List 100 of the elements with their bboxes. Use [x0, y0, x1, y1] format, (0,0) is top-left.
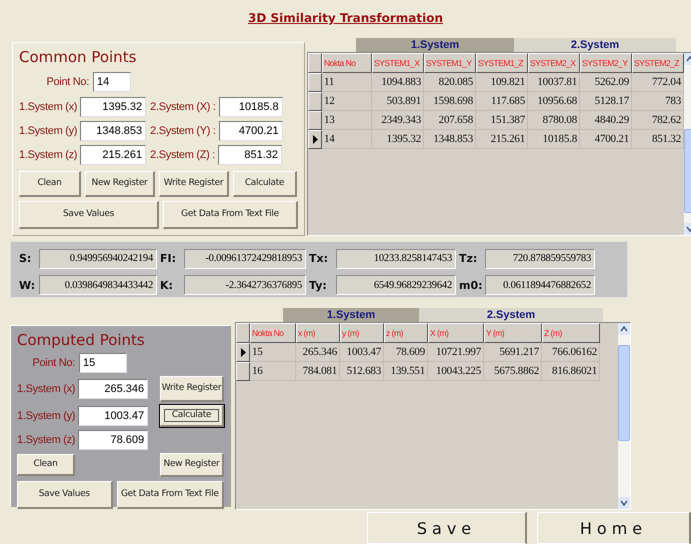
table-cell: 816.86021 — [542, 362, 600, 381]
table-cell: 78.609 — [384, 342, 428, 362]
number-field[interactable]: 1395.32 — [80, 96, 146, 117]
panel-heading: Common Points — [19, 48, 136, 68]
table-cell: 10185.8 — [528, 130, 580, 149]
point-number-field[interactable]: 14 — [93, 72, 131, 92]
table-cell: 11 — [322, 72, 372, 92]
result-value: 720.878859559783 — [485, 248, 595, 269]
action-button[interactable]: Get Data From Text File — [162, 200, 298, 229]
field-label: 1.System (z) — [19, 148, 78, 161]
scroll-up-icon[interactable] — [618, 322, 630, 335]
table-cell: 139.551 — [384, 362, 428, 381]
number-field[interactable]: 78.609 — [78, 430, 148, 450]
table-cell: 5128.17 — [580, 92, 632, 111]
table-cell: 10037.81 — [528, 72, 580, 92]
table-cell: 117.685 — [476, 92, 528, 111]
table-cell: 8780.08 — [528, 110, 580, 130]
table-cell: 4700.21 — [580, 130, 632, 149]
result-value: 0.0398649834433442 — [39, 275, 157, 296]
panel-heading: Computed Points — [17, 330, 145, 349]
field-label: 1.System (y) — [17, 410, 76, 422]
field-label: 2.System (X) : — [150, 100, 216, 113]
action-button[interactable]: New Register — [160, 452, 224, 477]
result-label: S: — [19, 252, 32, 266]
row-selector[interactable] — [308, 92, 322, 111]
row-selector[interactable] — [236, 362, 250, 381]
result-value: 6549.96829239642 — [336, 275, 456, 296]
number-field[interactable]: 4700.21 — [218, 120, 283, 141]
window-title: 3D Similarity Transformation — [248, 11, 444, 27]
result-label: W: — [19, 278, 36, 292]
table-cell: 1003.47 — [340, 342, 384, 362]
number-field[interactable]: 265.346 — [78, 378, 148, 399]
field-label: 1.System (z) — [17, 434, 76, 446]
column-group-header: 1.System — [283, 308, 419, 322]
scroll-thumb[interactable] — [618, 344, 630, 441]
result-label: Ty: — [309, 278, 328, 292]
field-label: Point No: — [45, 76, 89, 88]
action-button[interactable]: Calculate — [233, 170, 297, 197]
table-cell: 4840.29 — [580, 110, 632, 130]
number-field[interactable]: 1348.853 — [80, 120, 146, 141]
action-button[interactable]: New Register — [85, 170, 155, 197]
table-cell: 820.085 — [424, 72, 476, 92]
field-label: Point No: — [31, 356, 75, 369]
result-value: -0.00961372429818953 — [184, 248, 306, 269]
action-button[interactable]: Clean — [17, 454, 75, 476]
footer-button[interactable]: Home — [537, 512, 691, 544]
scroll-bar[interactable] — [618, 322, 630, 509]
table-cell: 1348.853 — [424, 130, 476, 149]
result-label: K: — [160, 278, 174, 292]
number-field[interactable]: 851.32 — [218, 144, 282, 165]
table-cell: 1395.32 — [372, 130, 424, 149]
action-button[interactable]: Calculate — [160, 404, 224, 427]
row-selector[interactable] — [308, 72, 322, 92]
table-cell: 784.081 — [296, 362, 340, 381]
table-cell: 5675.8862 — [484, 362, 542, 381]
scroll-down-icon[interactable] — [618, 497, 630, 509]
result-value: 10233.8258147453 — [336, 248, 456, 269]
field-label: 2.System (Y) : — [150, 124, 216, 137]
row-selector[interactable] — [308, 110, 322, 130]
table-cell: 10956.68 — [528, 92, 580, 111]
action-button[interactable]: Write Register — [159, 170, 229, 197]
footer-button[interactable]: Save — [367, 512, 527, 544]
action-button[interactable]: Clean — [19, 170, 81, 197]
row-selector[interactable] — [236, 342, 250, 362]
table-cell: 14 — [322, 130, 372, 149]
point-number-field[interactable]: 15 — [79, 352, 127, 373]
column-group-header: 2.System — [514, 38, 676, 52]
current-row-icon — [240, 348, 246, 357]
number-field[interactable]: 10185.8 — [218, 96, 283, 117]
table-cell: 207.658 — [424, 110, 476, 130]
table-cell: 109.821 — [476, 72, 528, 92]
table-cell: 5691.217 — [484, 342, 542, 362]
table-cell: 512.683 — [340, 362, 384, 381]
table-cell: 265.346 — [296, 342, 340, 362]
table-cell: 10043.225 — [428, 362, 484, 381]
table-cell: 766.06162 — [542, 342, 600, 362]
action-button[interactable]: Save Values — [17, 480, 113, 509]
table-cell: 13 — [322, 110, 372, 130]
result-value: 0.0611894476882652 — [485, 275, 595, 296]
table-cell: 16 — [250, 362, 296, 381]
action-button[interactable]: Write Register — [160, 376, 224, 402]
row-selector[interactable] — [308, 130, 322, 149]
table-cell: 2349.343 — [372, 110, 424, 130]
table-cell: 151.387 — [476, 110, 528, 130]
table-cell: 1094.883 — [372, 72, 424, 92]
field-label: 2.System (Z) : — [150, 148, 216, 161]
field-label: 1.System (x) — [17, 382, 76, 395]
number-field[interactable]: 1003.47 — [78, 406, 148, 426]
number-field[interactable]: 215.261 — [80, 144, 146, 165]
table-cell: 5262.09 — [580, 72, 632, 92]
table-cell: 503.891 — [372, 92, 424, 111]
table-cell: 15 — [250, 342, 296, 362]
result-label: Tz: — [459, 252, 478, 266]
current-row-icon — [312, 134, 318, 144]
table-cell: 1598.698 — [424, 92, 476, 111]
result-value: 0.949956940242194 — [39, 248, 157, 269]
action-button[interactable]: Save Values — [19, 200, 159, 229]
action-button[interactable]: Get Data From Text File — [116, 480, 224, 509]
result-value: -2.3642736376895 — [184, 275, 306, 296]
result-label: m0: — [459, 278, 483, 292]
